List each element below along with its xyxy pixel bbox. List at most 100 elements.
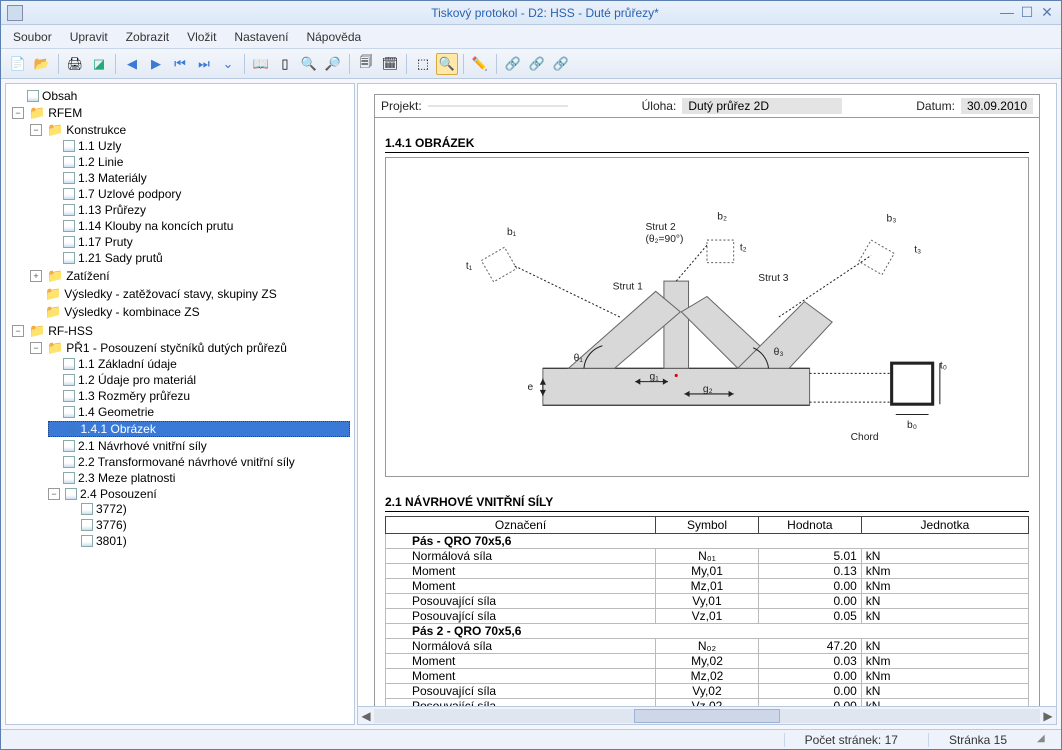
status-bar: Počet stránek: 17 Stránka 15 ◢ — [1, 729, 1061, 749]
sheet-icon — [63, 220, 75, 232]
tree-node[interactable]: 3772) — [66, 502, 350, 516]
tree-node[interactable]: 1.2 Linie — [48, 155, 350, 169]
table-row: Posouvající sílaVy,010.00kN — [386, 594, 1029, 609]
sheet-icon — [81, 535, 93, 547]
tree-node[interactable]: 2.3 Meze platnosti — [48, 471, 350, 485]
magnify-icon[interactable]: 🔍 — [436, 53, 458, 75]
tree-label: Výsledky - kombinace ZS — [64, 305, 199, 319]
calendar-icon[interactable]: 🗓 — [379, 53, 401, 75]
single-page-icon[interactable]: ▯ — [274, 53, 296, 75]
tree-node[interactable]: −📁Konstrukce — [30, 122, 350, 138]
tree-node[interactable]: 1.4 Geometrie — [48, 405, 350, 419]
expand-toggle[interactable]: + — [30, 270, 42, 282]
sheet-icon — [81, 503, 93, 515]
section-2-title: 2.1 NÁVRHOVÉ VNITŘNÍ SÍLY — [385, 495, 1029, 512]
table-row: MomentMz,010.00kNm — [386, 579, 1029, 594]
expand-toggle[interactable]: − — [12, 325, 24, 337]
tree-node[interactable]: −2.4 Posouzení — [48, 487, 350, 501]
zoom-out-icon[interactable]: 🔍 — [298, 53, 320, 75]
sheet-icon — [63, 472, 75, 484]
new-icon[interactable]: 📄 — [7, 53, 29, 75]
nav-prev-icon[interactable]: ▶ — [145, 53, 167, 75]
tree-node[interactable]: 3801) — [66, 534, 350, 548]
export-icon[interactable]: ◪ — [88, 53, 110, 75]
nav-skip-prev-icon[interactable]: ⏮ — [169, 53, 191, 75]
tree-node[interactable]: 1.2 Údaje pro materiál — [48, 373, 350, 387]
svg-text:b₃: b₃ — [887, 214, 897, 225]
menu-edit[interactable]: Upravit — [70, 30, 108, 44]
sheet-icon — [63, 140, 75, 152]
tree-node[interactable]: 1.7 Uzlové podpory — [48, 187, 350, 201]
menu-insert[interactable]: Vložit — [187, 30, 216, 44]
horizontal-scrollbar[interactable]: ◀ ▶ — [358, 706, 1056, 724]
nav-skip-next-icon[interactable]: ⏭ — [193, 53, 215, 75]
sheet-icon — [63, 236, 75, 248]
menubar: Soubor Upravit Zobrazit Vložit Nastavení… — [1, 25, 1061, 49]
tree-node[interactable]: 1.13 Průřezy — [48, 203, 350, 217]
svg-text:g₂: g₂ — [703, 384, 713, 395]
tree-node[interactable]: 2.2 Transformované návrhové vnitřní síly — [48, 455, 350, 469]
tree-node[interactable]: 2.1 Návrhové vnitřní síly — [48, 439, 350, 453]
svg-text:t₁: t₁ — [466, 261, 473, 272]
tree-node[interactable]: −📁RF-HSS — [12, 323, 350, 339]
tree-label: 1.17 Pruty — [78, 235, 133, 249]
link3-icon[interactable]: 🔗 — [550, 53, 572, 75]
tree-label: 1.1 Základní údaje — [78, 357, 177, 371]
sheet-icon — [63, 252, 75, 264]
folder-icon: 📁 — [47, 268, 63, 284]
expand-toggle[interactable]: − — [12, 107, 24, 119]
preview-canvas[interactable]: Projekt: Úloha: Dutý průřez 2D Datum: 30… — [358, 84, 1056, 706]
tree-node[interactable]: 1.21 Sady prutů — [48, 251, 350, 265]
tree-label: Obsah — [42, 89, 77, 103]
open-icon[interactable]: 📂 — [31, 53, 53, 75]
link2-icon[interactable]: 🔗 — [526, 53, 548, 75]
menu-help[interactable]: Nápověda — [306, 30, 361, 44]
table-header: Hodnota — [758, 517, 861, 534]
svg-text:b₂: b₂ — [717, 212, 727, 223]
tree-node[interactable]: −📁PŘ1 - Posouzení styčníků dutých průřez… — [30, 340, 350, 356]
maximize-button[interactable]: ☐ — [1019, 5, 1035, 19]
tree-node[interactable]: 1.1 Uzly — [48, 139, 350, 153]
tree-node[interactable]: +📁Zatížení — [30, 268, 350, 284]
resize-grip-icon[interactable]: ◢ — [1037, 733, 1051, 747]
tree-node[interactable]: 1.17 Pruty — [48, 235, 350, 249]
menu-file[interactable]: Soubor — [13, 30, 52, 44]
pencil-icon[interactable]: ✏️ — [469, 53, 491, 75]
expand-toggle[interactable]: − — [30, 124, 42, 136]
scroll-left-icon[interactable]: ◀ — [358, 709, 374, 723]
tree-node[interactable]: ◉1.4.1 Obrázek — [48, 421, 350, 437]
pages-icon[interactable]: 🗐 — [355, 53, 377, 75]
tree-label: 1.3 Rozměry průřezu — [78, 389, 190, 403]
book-icon[interactable]: 📖 — [250, 53, 272, 75]
sheet-icon — [63, 440, 75, 452]
tree-node[interactable]: 1.14 Klouby na koncích prutu — [48, 219, 350, 233]
tree-node[interactable]: 1.1 Základní údaje — [48, 357, 350, 371]
table-row: MomentMy,010.13kNm — [386, 564, 1029, 579]
tree-label: 1.21 Sady prutů — [78, 251, 163, 265]
folder-icon: 📁 — [45, 304, 61, 320]
tree-node[interactable]: 1.3 Rozměry průřezu — [48, 389, 350, 403]
menu-view[interactable]: Zobrazit — [126, 30, 169, 44]
scroll-right-icon[interactable]: ▶ — [1040, 709, 1056, 723]
svg-text:θ₃: θ₃ — [774, 347, 784, 358]
tree-node[interactable]: −📁RFEM — [12, 105, 350, 121]
zoom-in-icon[interactable]: 🔎 — [322, 53, 344, 75]
nav-down-icon[interactable]: ⌄ — [217, 53, 239, 75]
expand-toggle[interactable]: − — [48, 488, 60, 500]
tree-node[interactable]: 📁Výsledky - zatěžovací stavy, skupiny ZS — [30, 286, 350, 302]
tree-node[interactable]: 1.3 Materiály — [48, 171, 350, 185]
menu-settings[interactable]: Nastavení — [234, 30, 288, 44]
print-icon[interactable]: 🖨 — [64, 53, 86, 75]
select-icon[interactable]: ⬚ — [412, 53, 434, 75]
link-icon[interactable]: 🔗 — [502, 53, 524, 75]
sheet-icon — [65, 488, 77, 500]
nav-first-icon[interactable]: ◀ — [121, 53, 143, 75]
tree-node[interactable]: Obsah — [12, 89, 350, 103]
expand-toggle[interactable]: − — [30, 342, 42, 354]
scroll-thumb[interactable] — [634, 709, 781, 723]
close-button[interactable]: ✕ — [1039, 5, 1055, 19]
navigation-tree[interactable]: Obsah −📁RFEM−📁Konstrukce1.1 Uzly 1.2 Linie… — [5, 83, 355, 725]
minimize-button[interactable]: — — [999, 5, 1015, 19]
tree-node[interactable]: 3776) — [66, 518, 350, 532]
tree-node[interactable]: 📁Výsledky - kombinace ZS — [30, 304, 350, 320]
